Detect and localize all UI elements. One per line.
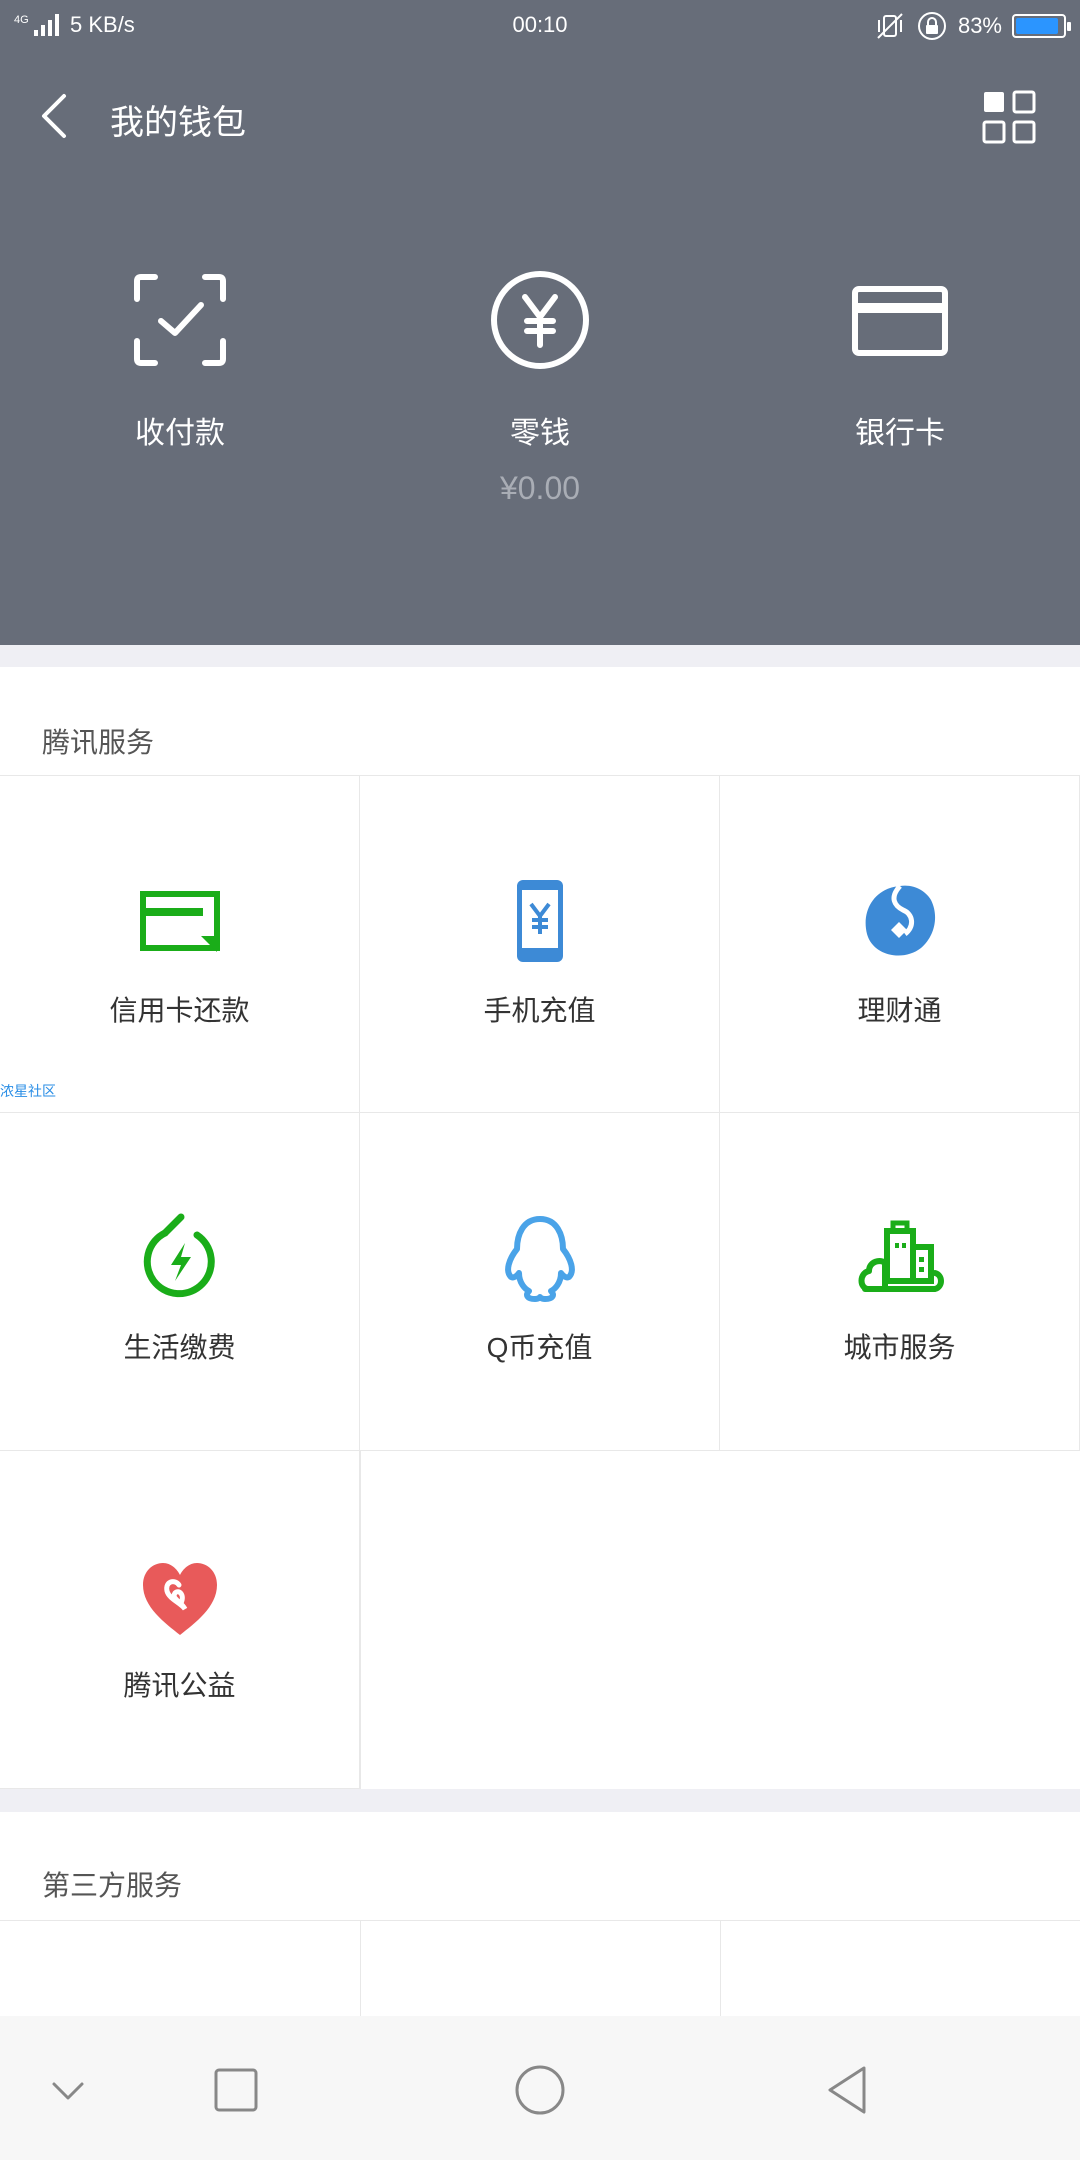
credit-card-repay-icon (139, 891, 220, 952)
battery-percent: 83% (957, 13, 1002, 38)
city-service-icon (858, 1220, 944, 1292)
status-bar: 4G 5 KB/s 00:10 83% (0, 0, 1080, 50)
bank-card-button[interactable]: 银行卡 (720, 265, 1080, 452)
receive-pay-button[interactable]: 收付款 (0, 265, 360, 452)
scan-pay-icon (134, 274, 226, 366)
system-nav-bar (0, 2016, 1080, 2160)
back-triangle-icon[interactable] (818, 2060, 878, 2120)
utility-bolt-icon (143, 1213, 215, 1298)
service-qcoin-recharge[interactable]: Q币充值 (360, 1113, 720, 1451)
service-label: 生活缴费 (123, 1332, 236, 1363)
section-title-tencent: 腾讯服务 (42, 727, 155, 758)
bank-card-label: 银行卡 (855, 417, 945, 450)
grid-menu-icon[interactable] (982, 90, 1036, 144)
service-phone-recharge[interactable]: 手机充值 (360, 775, 720, 1113)
service-label: 城市服务 (843, 1332, 956, 1363)
nav-bar: 我的钱包 (0, 60, 1080, 170)
service-credit-card-repay[interactable]: 信用卡还款 浓星社区 (0, 775, 360, 1113)
service-charity[interactable]: 腾讯公益 (0, 1451, 360, 1789)
change-label: 零钱 (510, 417, 570, 450)
charity-heart-icon (142, 1563, 217, 1635)
service-licaitong[interactable]: 理财通 (720, 775, 1080, 1113)
service-label: Q币充值 (486, 1332, 593, 1363)
phone-recharge-icon (516, 880, 563, 962)
section-title-third-party: 第三方服务 (42, 1870, 183, 1901)
vibrate-mute-icon (877, 13, 903, 39)
rotation-lock-icon (917, 12, 946, 40)
grid-divider (0, 1920, 1080, 1921)
licaitong-icon (865, 884, 935, 956)
change-balance: ¥0.00 (499, 470, 581, 506)
bank-card-icon (852, 286, 948, 356)
battery-icon (1012, 14, 1071, 38)
service-label: 理财通 (857, 995, 942, 1026)
home-circle-icon[interactable] (510, 2060, 570, 2120)
yuan-circle-icon (491, 271, 589, 369)
service-label: 腾讯公益 (123, 1670, 236, 1701)
service-utility-payment[interactable]: 生活缴费 (0, 1113, 360, 1451)
service-label: 信用卡还款 (109, 995, 250, 1026)
receive-pay-label: 收付款 (135, 417, 225, 450)
service-label: 手机充值 (483, 995, 596, 1026)
service-city[interactable]: 城市服务 (720, 1113, 1080, 1451)
back-icon[interactable] (30, 88, 86, 144)
grid-divider (360, 1451, 361, 1789)
watermark-text: 浓星社区 (0, 1083, 56, 1099)
recent-apps-icon[interactable] (206, 2060, 266, 2120)
change-balance-button[interactable]: 零钱 ¥0.00 (360, 265, 720, 507)
collapse-chevron-icon[interactable] (38, 2060, 98, 2120)
page-title: 我的钱包 (110, 104, 246, 142)
qq-penguin-icon (504, 1216, 575, 1302)
tencent-services-section: 腾讯服务 信用卡还款 浓星社区 手机充值 理财通 生活缴费 Q币充值 城市服务 … (0, 667, 1080, 1789)
